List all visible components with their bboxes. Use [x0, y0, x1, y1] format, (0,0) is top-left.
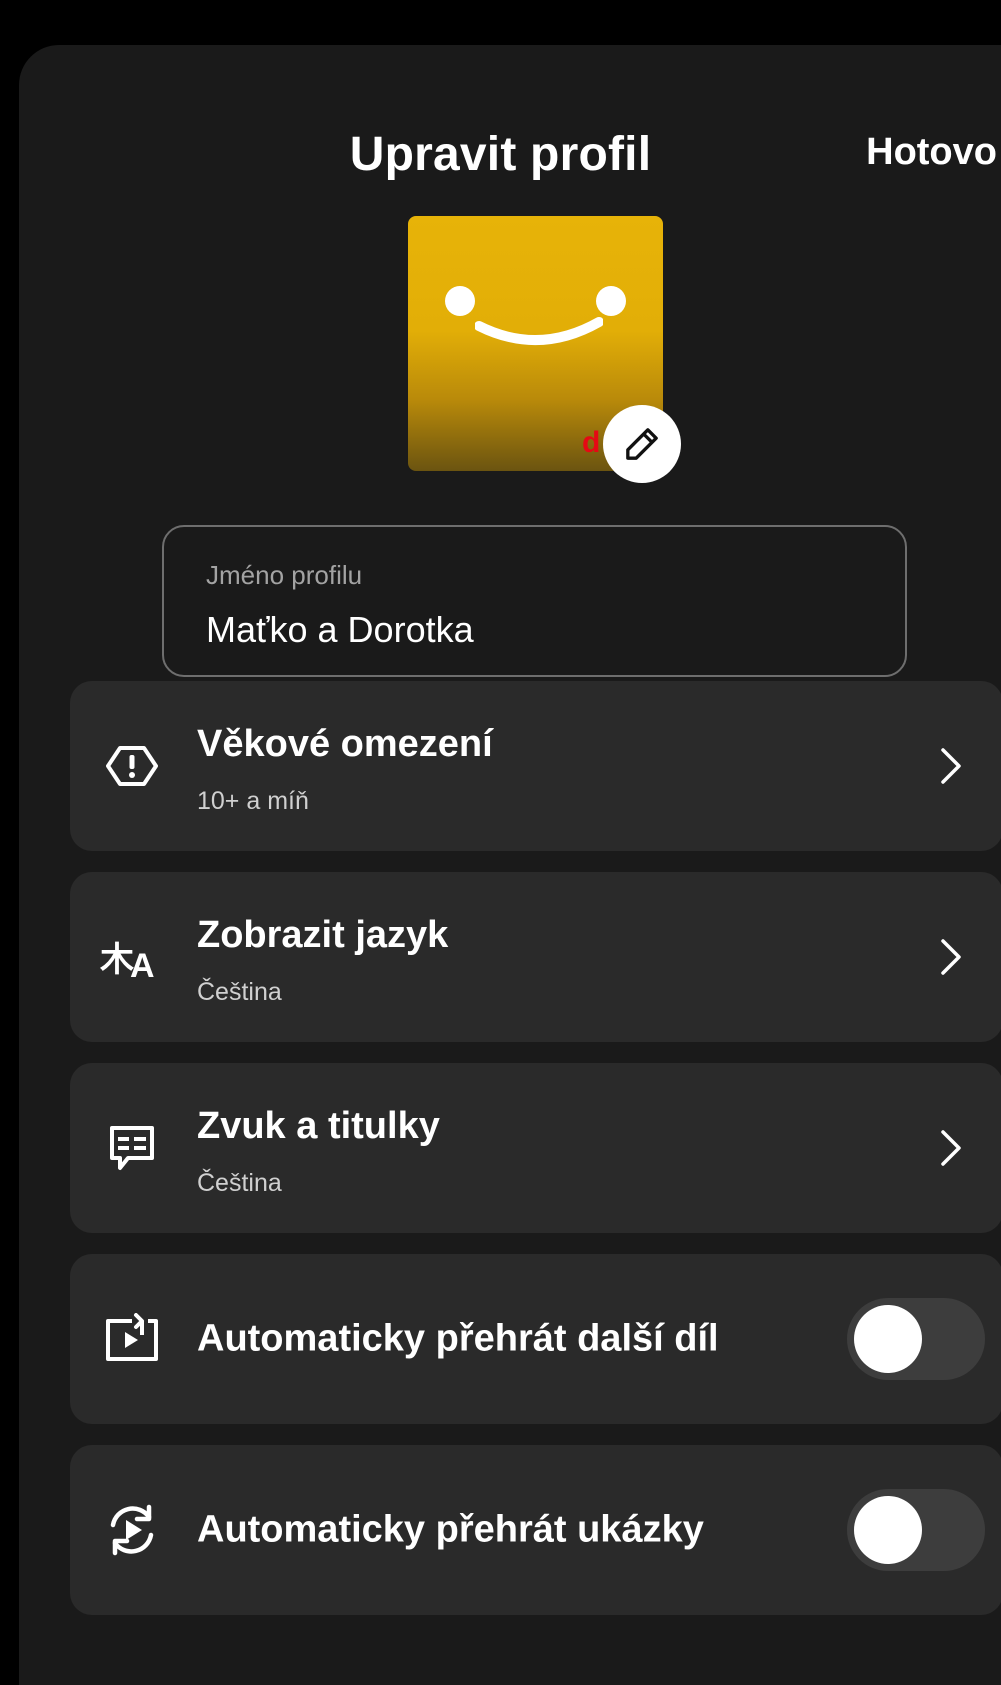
autoplay-previews-toggle[interactable] [847, 1489, 985, 1571]
maturity-rating-row[interactable]: Věkové omezení 10+ a míň [70, 681, 1001, 851]
avatar-right-eye [596, 286, 626, 316]
display-language-title: Zobrazit jazyk [197, 914, 449, 956]
page-title: Upravit profil [349, 128, 652, 181]
profile-name-input[interactable] [206, 609, 846, 651]
svg-text:A: A [130, 947, 155, 985]
subtitles-icon [98, 1114, 166, 1182]
chevron-right-icon [941, 939, 961, 975]
edit-profile-sheet: Upravit profil Hotovo d Jméno profilu Vě… [19, 45, 1001, 1685]
toggle-knob [854, 1496, 922, 1564]
audio-subtitles-row[interactable]: Zvuk a titulky Čeština [70, 1063, 1001, 1233]
autoplay-previews-icon [98, 1496, 166, 1564]
toggle-knob [854, 1305, 922, 1373]
pencil-icon [626, 428, 658, 460]
avatar-smile [475, 317, 603, 345]
chevron-right-icon [941, 748, 961, 784]
display-language-row[interactable]: 木 A Zobrazit jazyk Čeština [70, 872, 1001, 1042]
profile-name-field[interactable]: Jméno profilu [162, 525, 907, 677]
autoplay-previews-title: Automaticky přehrát ukázky [197, 1508, 704, 1551]
maturity-rating-title: Věkové omezení [197, 723, 493, 765]
chevron-right-icon [941, 1130, 961, 1166]
display-language-value: Čeština [197, 978, 282, 1006]
maturity-rating-value: 10+ a míň [197, 787, 309, 815]
avatar-left-eye [445, 286, 475, 316]
autoplay-next-episode-title: Automaticky přehrát další díl [197, 1317, 719, 1360]
autoplay-next-episode-toggle[interactable] [847, 1298, 985, 1380]
audio-subtitles-value: Čeština [197, 1169, 282, 1197]
autoplay-previews-row: Automaticky přehrát ukázky [70, 1445, 1001, 1615]
avatar-brand-mark: d [582, 426, 601, 459]
done-button[interactable]: Hotovo [866, 131, 997, 174]
maturity-rating-icon [98, 732, 166, 800]
autoplay-next-episode-icon [98, 1305, 166, 1373]
autoplay-next-episode-row: Automaticky přehrát další díl [70, 1254, 1001, 1424]
edit-avatar-button[interactable] [603, 405, 681, 483]
audio-subtitles-title: Zvuk a titulky [197, 1105, 440, 1147]
svg-text:木: 木 [100, 940, 134, 980]
profile-name-label: Jméno profilu [206, 560, 363, 590]
language-icon: 木 A [98, 923, 166, 991]
